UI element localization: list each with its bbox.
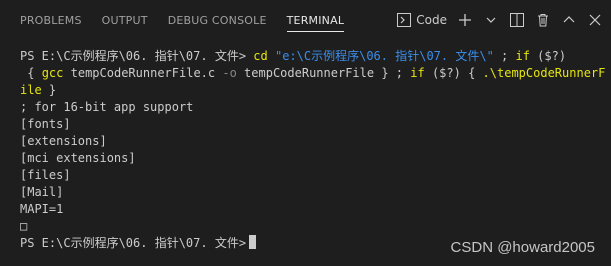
chevron-up-icon[interactable] xyxy=(561,12,577,28)
tab-debug-console[interactable]: DEBUG CONSOLE xyxy=(168,0,267,40)
trash-icon[interactable] xyxy=(535,12,551,28)
cmd-brace: { xyxy=(468,66,476,80)
panel-tab-bar: PROBLEMS OUTPUT DEBUG CONSOLE TERMINAL C… xyxy=(0,0,611,40)
cmd-separator: ; xyxy=(493,49,516,63)
shell-label: Code xyxy=(416,13,447,27)
prompt: PS E:\C示例程序\06. 指针\07. 文件> xyxy=(20,49,247,63)
plus-icon[interactable] xyxy=(457,12,473,28)
cmd-flag: -o xyxy=(222,66,237,80)
cmd-brace: } xyxy=(48,83,57,97)
output-line: [files] xyxy=(20,168,71,182)
shell-selector[interactable]: Code xyxy=(396,12,447,28)
terminal-icon xyxy=(396,12,412,28)
cmd-cond: ($?) xyxy=(431,66,461,80)
command-line-2: { gcc tempCodeRunnerFile.c -o tempCodeRu… xyxy=(20,65,605,82)
cmd-if: if xyxy=(410,66,425,80)
cmd-if: if xyxy=(515,49,530,63)
command-line-3: ile } xyxy=(20,82,605,99)
cmd-separator: ; xyxy=(388,66,411,80)
cmd-cd-arg: "e:\C示例程序\06. 指针\07. 文件\" xyxy=(274,49,494,63)
cmd-gcc-src: tempCodeRunnerFile.c xyxy=(70,66,216,80)
cmd-brace: { xyxy=(27,66,35,80)
watermark: CSDN @howard2005 xyxy=(450,239,595,256)
split-icon[interactable] xyxy=(509,12,525,28)
cmd-run: .\tempCodeRunnerF xyxy=(482,66,606,80)
output-line: [Mail] xyxy=(20,185,64,199)
prompt: PS E:\C示例程序\06. 指针\07. 文件> xyxy=(20,236,247,250)
cmd-gcc: gcc xyxy=(41,66,64,80)
chevron-down-icon[interactable] xyxy=(483,12,499,28)
tab-terminal[interactable]: TERMINAL xyxy=(286,0,345,40)
close-icon[interactable] xyxy=(587,12,603,28)
cmd-brace: } xyxy=(381,66,389,80)
output-line: MAPI=1 xyxy=(20,202,64,216)
tab-output[interactable]: OUTPUT xyxy=(102,0,148,40)
output-line: [fonts] xyxy=(20,117,71,131)
output-line: □ xyxy=(20,219,28,233)
panel-actions: Code xyxy=(396,0,603,40)
cmd-gcc-out: tempCodeRunnerFile xyxy=(244,66,375,80)
output-line: [extensions] xyxy=(20,134,107,148)
command-line-1: PS E:\C示例程序\06. 指针\07. 文件> cd "e:\C示例程序\… xyxy=(20,48,605,65)
cmd-run-cont: ile xyxy=(20,83,42,97)
output-line: ; for 16-bit app support xyxy=(20,100,194,114)
terminal-cursor xyxy=(249,235,257,249)
cmd-cd: cd xyxy=(253,49,268,63)
tab-problems[interactable]: PROBLEMS xyxy=(20,0,82,40)
cmd-cond: ($?) xyxy=(537,49,567,63)
terminal-output[interactable]: PS E:\C示例程序\06. 指针\07. 文件> cd "e:\C示例程序\… xyxy=(20,48,605,252)
output-line: [mci extensions] xyxy=(20,151,136,165)
